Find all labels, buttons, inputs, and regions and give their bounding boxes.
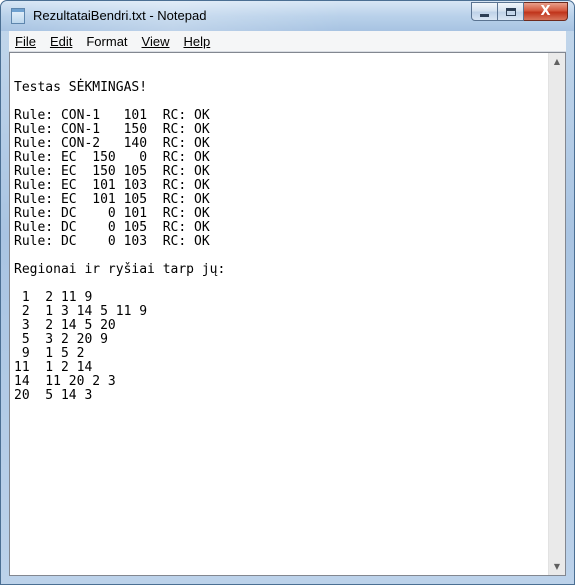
text-line: Rule: DC 0 105 RC: OK xyxy=(14,220,210,235)
text-line: Rule: EC 150 0 RC: OK xyxy=(14,150,210,165)
close-button[interactable]: X xyxy=(524,2,568,21)
editor-frame: Testas SĖKMINGAS! Rule: CON-1 101 RC: OK R… xyxy=(9,52,566,576)
menu-file[interactable]: File xyxy=(9,34,44,49)
text-line: Testas SĖKMINGAS! xyxy=(14,80,148,95)
text-line: 11 1 2 14 xyxy=(14,360,93,375)
text-line xyxy=(14,249,548,263)
minimize-button[interactable] xyxy=(471,2,498,21)
text-line: 2 1 3 14 5 11 9 xyxy=(14,304,148,319)
maximize-button[interactable] xyxy=(498,2,524,21)
text-line: Rule: EC 101 103 RC: OK xyxy=(14,178,210,193)
menu-bar: File Edit Format View Help xyxy=(9,31,566,52)
maximize-icon xyxy=(505,7,516,16)
menu-view[interactable]: View xyxy=(136,34,178,49)
text-line: Regionai ir ryšiai tarp jų: xyxy=(14,262,226,277)
text-line xyxy=(14,95,548,109)
text-line xyxy=(14,67,548,81)
window-title: RezultataiBendri.txt - Notepad xyxy=(33,8,207,23)
text-line: Rule: DC 0 101 RC: OK xyxy=(14,206,210,221)
menu-help[interactable]: Help xyxy=(177,34,218,49)
menu-edit[interactable]: Edit xyxy=(44,34,80,49)
text-line xyxy=(14,277,548,291)
text-line: 9 1 5 2 xyxy=(14,346,85,361)
text-line: 1 2 11 9 xyxy=(14,290,93,305)
text-line: 5 3 2 20 9 xyxy=(14,332,108,347)
text-line: Rule: CON-2 140 RC: OK xyxy=(14,136,210,151)
text-line: Rule: EC 101 105 RC: OK xyxy=(14,192,210,207)
scroll-up-arrow-icon[interactable]: ▲ xyxy=(549,53,565,70)
scroll-down-arrow-icon[interactable]: ▼ xyxy=(549,558,565,575)
text-editor[interactable]: Testas SĖKMINGAS! Rule: CON-1 101 RC: OK R… xyxy=(10,53,548,575)
text-line: Rule: EC 150 105 RC: OK xyxy=(14,164,210,179)
close-icon: X xyxy=(540,4,551,19)
text-line: 3 2 14 5 20 xyxy=(14,318,116,333)
minimize-icon xyxy=(480,13,489,17)
caption-buttons: X xyxy=(471,2,568,22)
title-bar[interactable]: RezultataiBendri.txt - Notepad X xyxy=(1,1,574,31)
text-line: Rule: CON-1 150 RC: OK xyxy=(14,122,210,137)
text-line: 20 5 14 3 xyxy=(14,388,93,403)
vertical-scrollbar[interactable]: ▲ ▼ xyxy=(548,53,565,575)
text-line xyxy=(14,53,548,67)
text-line: Rule: CON-1 101 RC: OK xyxy=(14,108,210,123)
notepad-window: RezultataiBendri.txt - Notepad X File Ed… xyxy=(0,0,575,585)
menu-format[interactable]: Format xyxy=(80,34,135,49)
text-line: 14 11 20 2 3 xyxy=(14,374,116,389)
notepad-app-icon[interactable] xyxy=(11,8,25,24)
text-line: Rule: DC 0 103 RC: OK xyxy=(14,234,210,249)
